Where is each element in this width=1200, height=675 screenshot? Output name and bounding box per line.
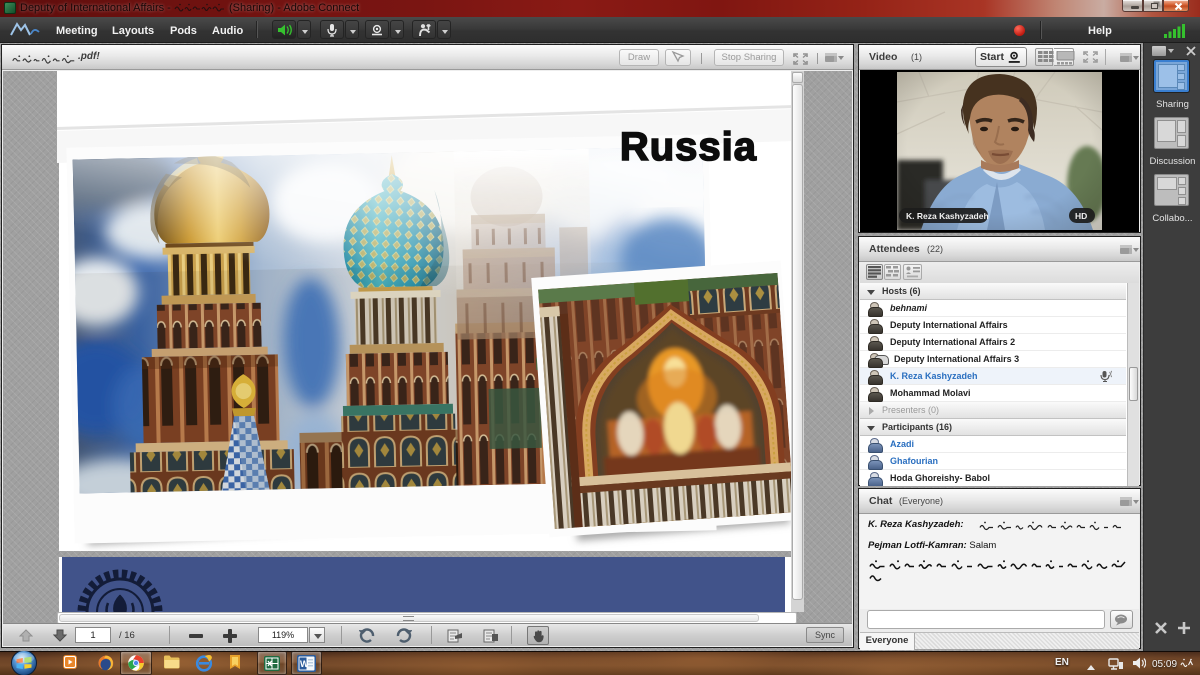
svg-text:W: W: [300, 659, 309, 669]
svg-text:K. Reza Kashyzadeh: K. Reza Kashyzadeh: [906, 211, 989, 221]
svg-text:Russia: Russia: [620, 125, 757, 169]
svg-text:HD: HD: [1075, 211, 1087, 221]
